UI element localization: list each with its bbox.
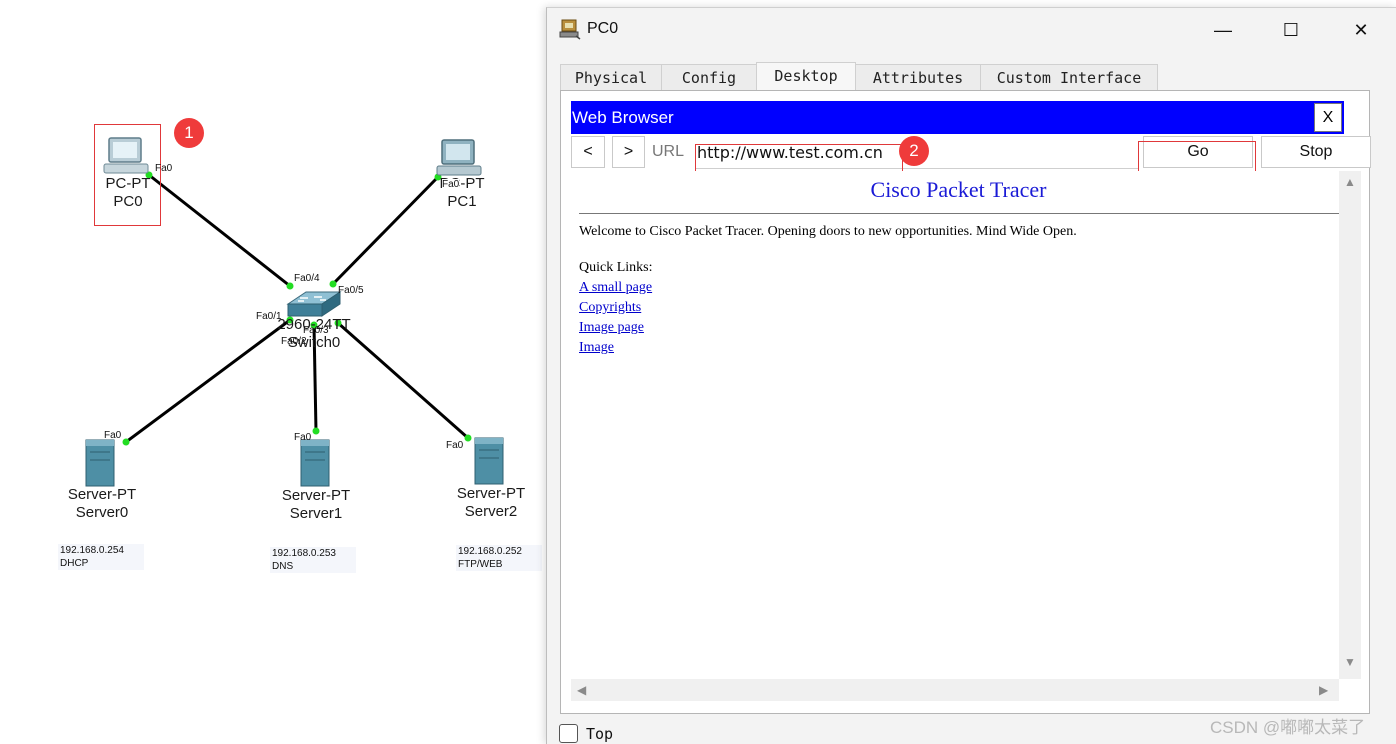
tab-physical[interactable]: Physical xyxy=(560,64,662,91)
port-light xyxy=(329,280,337,288)
pc0-name: PC0 xyxy=(113,193,143,210)
port-label-pc0: Fa0 xyxy=(155,163,173,174)
port-label-sw-fa03: Fa0/3 xyxy=(303,325,329,336)
back-button[interactable]: < xyxy=(571,136,605,168)
scroll-down-icon[interactable]: ▼ xyxy=(1344,655,1356,669)
note-ip: 192.168.0.254 xyxy=(60,545,124,556)
note-server1[interactable]: 192.168.0.253 DNS xyxy=(270,547,356,573)
pc1-label[interactable]: PC-PT PC1 xyxy=(430,175,494,211)
scroll-up-icon[interactable]: ▲ xyxy=(1344,175,1356,189)
server2-icon xyxy=(474,437,504,485)
web-browser-title: Web Browser xyxy=(572,108,674,127)
port-light xyxy=(122,438,130,446)
server1-icon xyxy=(300,439,330,487)
horizontal-scrollbar[interactable]: ◀ ▶ xyxy=(571,679,1339,701)
switch0-icon xyxy=(286,291,342,317)
note-role: FTP/WEB xyxy=(458,559,503,570)
port-label-sw-fa05: Fa0/5 xyxy=(338,285,364,296)
maximize-button[interactable]: ☐ xyxy=(1271,16,1311,44)
port-label-server1: Fa0 xyxy=(294,432,312,443)
pc1-icon xyxy=(436,139,482,176)
server1-label[interactable]: Server-PT Server1 xyxy=(266,487,366,523)
port-label-sw-fa02: Fa0/2 xyxy=(281,336,307,347)
server2-name: Server2 xyxy=(464,503,518,520)
minimize-icon: — xyxy=(1214,20,1232,40)
web-browser-titlebar: Web Browser X xyxy=(571,101,1344,134)
step-badge-1: 1 xyxy=(174,118,204,148)
server2-label[interactable]: Server-PT Server2 xyxy=(441,485,541,521)
note-role: DHCP xyxy=(60,558,89,569)
browser-content: Cisco Packet Tracer Welcome to Cisco Pac… xyxy=(571,171,1339,679)
server1-type: Server-PT xyxy=(281,487,351,504)
note-ip: 192.168.0.252 xyxy=(458,546,522,557)
port-label-sw-fa01: Fa0/1 xyxy=(256,311,282,322)
welcome-text: Welcome to Cisco Packet Tracer. Opening … xyxy=(579,224,1077,239)
watermark: CSDN @嘟嘟太菜了 xyxy=(1210,718,1366,737)
close-button[interactable]: ✕ xyxy=(1341,16,1381,44)
server1-name: Server1 xyxy=(289,505,343,522)
window-titlebar[interactable]: PC0 — ☐ ✕ xyxy=(547,8,1396,50)
pc0-window: PC0 — ☐ ✕ Physical Config Desktop Attrib… xyxy=(546,7,1396,744)
scroll-left-icon[interactable]: ◀ xyxy=(577,683,586,697)
port-light xyxy=(464,434,472,442)
pc0-type: PC-PT xyxy=(105,175,151,192)
window-title: PC0 xyxy=(587,20,619,37)
stop-button[interactable]: Stop xyxy=(1261,136,1371,168)
tab-desktop[interactable]: Desktop xyxy=(756,62,856,91)
minimize-button[interactable]: — xyxy=(1203,16,1243,44)
scroll-right-icon[interactable]: ▶ xyxy=(1319,683,1328,697)
url-label: URL xyxy=(652,143,685,160)
vertical-scrollbar[interactable]: ▲ ▼ xyxy=(1339,171,1361,679)
link-copyrights[interactable]: Copyrights xyxy=(579,300,641,316)
pc1-name: PC1 xyxy=(447,193,477,210)
quick-links-title: Quick Links: xyxy=(579,260,653,275)
forward-button[interactable]: > xyxy=(612,136,645,168)
port-light xyxy=(286,282,294,290)
server0-label[interactable]: Server-PT Server0 xyxy=(52,486,152,522)
note-role: DNS xyxy=(272,561,294,572)
divider xyxy=(579,213,1339,214)
link-image-page[interactable]: Image page xyxy=(579,320,644,336)
page-heading: Cisco Packet Tracer xyxy=(870,177,1047,202)
maximize-icon: ☐ xyxy=(1282,20,1300,40)
tab-custom-interface[interactable]: Custom Interface xyxy=(980,64,1158,91)
step-badge-2: 2 xyxy=(899,136,929,166)
note-server0[interactable]: 192.168.0.254 DHCP xyxy=(58,544,144,570)
top-checkbox-label: Top xyxy=(586,725,614,743)
topology-links xyxy=(85,137,504,487)
desktop-panel: Web Browser X < > URL Go Stop 2 3 Cisco … xyxy=(560,90,1371,714)
note-server2[interactable]: 192.168.0.252 FTP/WEB xyxy=(456,545,542,571)
top-checkbox[interactable] xyxy=(559,724,578,743)
link-image[interactable]: Image xyxy=(579,340,614,356)
topology-canvas[interactable]: PC-PT PC0 Fa0 1 PC-PT PC1 Fa0 2960-24TT … xyxy=(0,0,548,743)
pc-window-icon xyxy=(559,19,581,40)
pc1-type: PC-PT xyxy=(439,175,485,192)
port-light xyxy=(312,427,320,435)
tab-attributes[interactable]: Attributes xyxy=(855,64,981,91)
browser-close-button[interactable]: X xyxy=(1314,103,1342,132)
server0-name: Server0 xyxy=(75,504,129,521)
port-label-sw-fa04: Fa0/4 xyxy=(294,273,320,284)
link-pc0-switch0 xyxy=(148,173,291,288)
link-pc1-switch0 xyxy=(331,175,440,286)
port-label-server2: Fa0 xyxy=(446,440,464,451)
port-label-pc1: Fa0 xyxy=(442,179,460,190)
port-label-server0: Fa0 xyxy=(104,430,122,441)
close-icon: ✕ xyxy=(1353,20,1369,40)
note-ip: 192.168.0.253 xyxy=(272,548,336,559)
pc0-label[interactable]: PC-PT PC0 xyxy=(96,175,160,211)
tab-config[interactable]: Config xyxy=(661,64,757,91)
server0-type: Server-PT xyxy=(67,486,137,503)
server2-type: Server-PT xyxy=(456,485,526,502)
server0-icon xyxy=(85,439,115,487)
link-small-page[interactable]: A small page xyxy=(579,280,652,296)
